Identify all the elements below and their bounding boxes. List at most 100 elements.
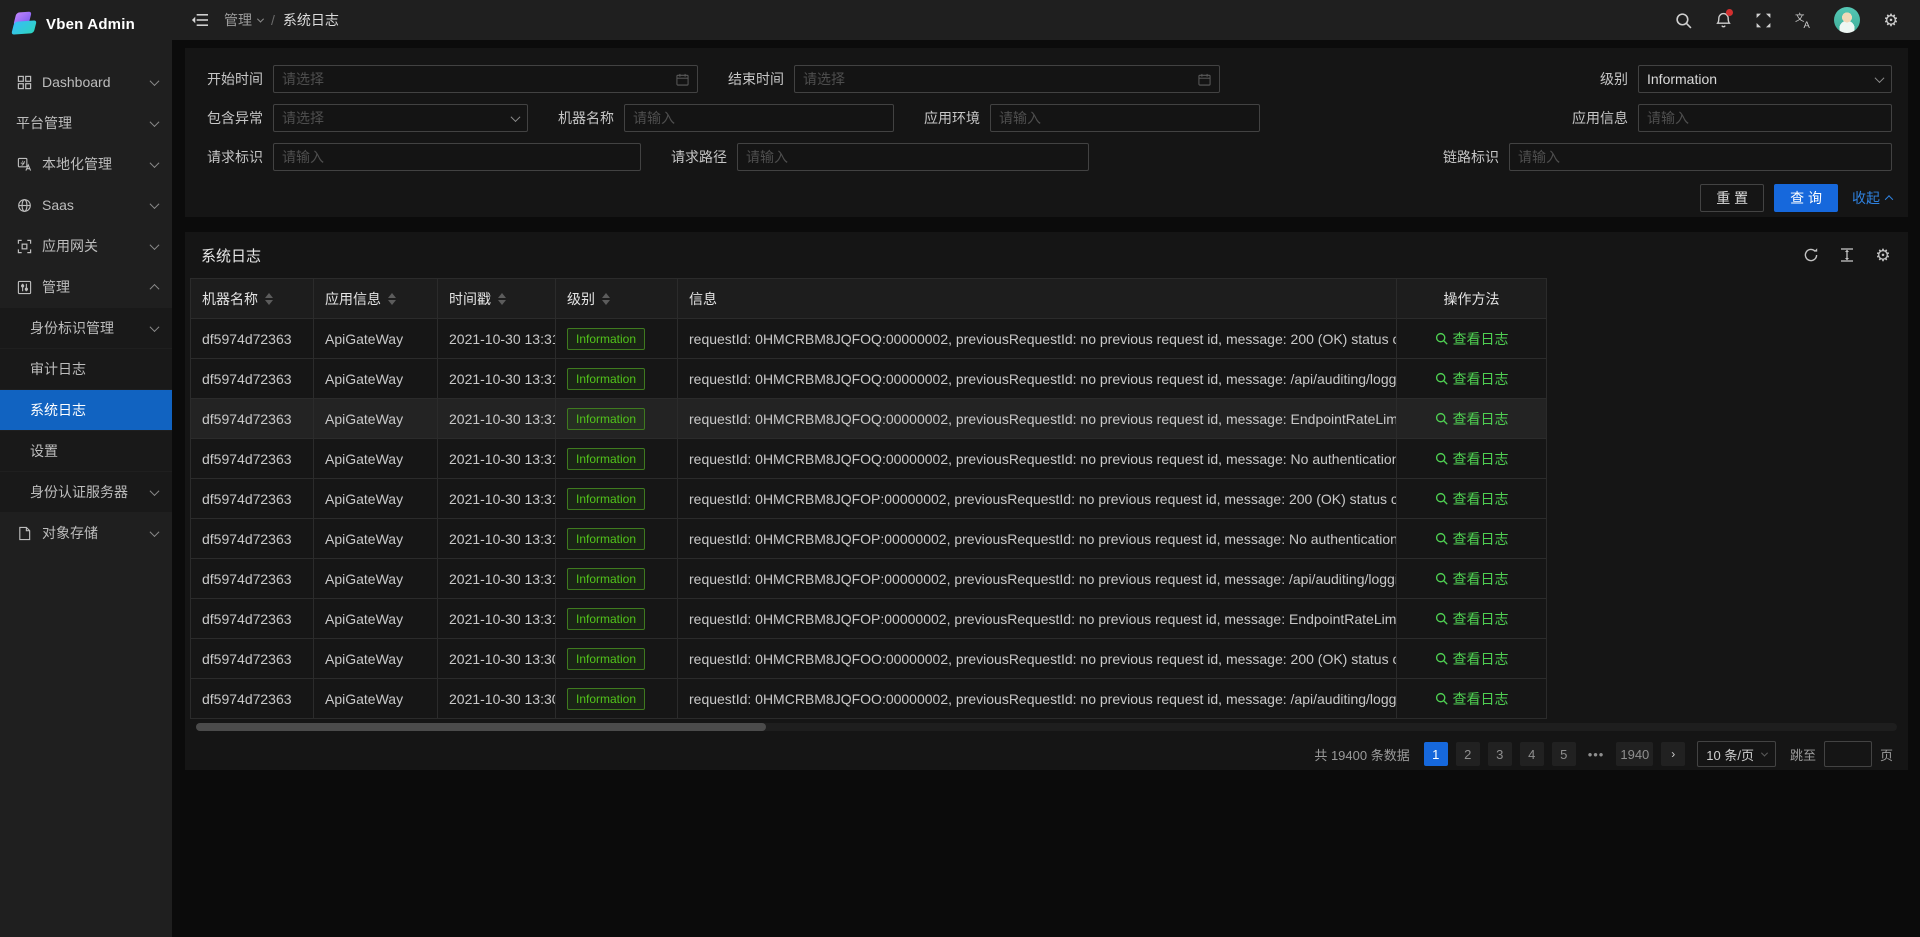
text-input[interactable] xyxy=(990,104,1260,132)
search-button[interactable]: 查 询 xyxy=(1774,184,1838,212)
table-row-7: df5974d72363ApiGateWay2021-10-30 13:31:3… xyxy=(191,599,1547,639)
select-input[interactable]: 请选择 xyxy=(273,104,528,132)
cell-message: requestId: 0HMCRBM8JQFOQ:00000002, previ… xyxy=(678,319,1397,359)
sort-carets-icon[interactable] xyxy=(498,293,506,305)
gear-icon[interactable]: ⚙ xyxy=(1874,0,1908,40)
jump-page-input[interactable] xyxy=(1824,741,1872,767)
reset-button[interactable]: 重 置 xyxy=(1700,184,1764,212)
notification-bell-icon[interactable] xyxy=(1706,0,1740,40)
view-log-link[interactable]: 查看日志 xyxy=(1435,489,1509,509)
chevron-down-icon xyxy=(150,158,160,168)
column-header-信息: 信息 xyxy=(678,279,1397,319)
date-picker-input[interactable]: 请选择 xyxy=(273,65,698,93)
column-header-级别[interactable]: 级别 xyxy=(556,279,678,319)
refresh-icon[interactable] xyxy=(1802,246,1820,264)
filter-fields: 开始时间请选择结束时间请选择级别Information包含异常请选择机器名称应用… xyxy=(201,65,1892,171)
column-header-应用信息[interactable]: 应用信息 xyxy=(314,279,438,319)
input-field[interactable] xyxy=(746,149,1080,165)
text-input[interactable] xyxy=(1638,104,1892,132)
user-avatar[interactable] xyxy=(1834,7,1860,33)
view-log-link[interactable]: 查看日志 xyxy=(1435,329,1509,349)
page-button-1940[interactable]: 1940 xyxy=(1616,742,1653,766)
cell-app-info: ApiGateWay xyxy=(314,399,438,439)
fullscreen-icon[interactable] xyxy=(1746,0,1780,40)
page-button-1[interactable]: 1 xyxy=(1424,742,1448,766)
sidebar-item-0[interactable]: Dashboard xyxy=(0,62,172,102)
sidebar-item-5[interactable]: 管理 xyxy=(0,267,172,307)
field-label: 开始时间 xyxy=(201,69,263,89)
sidebar-item-8[interactable]: 系统日志 xyxy=(0,390,172,430)
page-size-select[interactable]: 10 条/页 xyxy=(1697,741,1776,767)
view-log-link[interactable]: 查看日志 xyxy=(1435,689,1509,709)
input-field[interactable] xyxy=(633,110,885,126)
app-title: Vben Admin xyxy=(46,16,135,33)
cell-level: Information xyxy=(556,559,678,599)
sidebar-item-9[interactable]: 设置 xyxy=(0,431,172,471)
app-logo[interactable]: Vben Admin xyxy=(0,0,172,48)
view-log-link[interactable]: 查看日志 xyxy=(1435,609,1509,629)
level-badge: Information xyxy=(567,608,645,630)
table-row-2: df5974d72363ApiGateWay2021-10-30 13:31:3… xyxy=(191,399,1547,439)
menu-fold-icon[interactable] xyxy=(184,5,214,35)
text-input[interactable] xyxy=(737,143,1089,171)
sidebar-item-2[interactable]: 本地化管理 xyxy=(0,144,172,184)
text-input[interactable] xyxy=(273,143,641,171)
sidebar-item-4[interactable]: 应用网关 xyxy=(0,226,172,266)
level-badge: Information xyxy=(567,488,645,510)
filter-row-0: 开始时间请选择结束时间请选择级别Information xyxy=(201,65,1892,93)
page-button-2[interactable]: 2 xyxy=(1456,742,1480,766)
next-page-button[interactable]: › xyxy=(1661,742,1685,766)
breadcrumb-parent[interactable]: 管理 xyxy=(224,10,263,30)
cell-message: requestId: 0HMCRBM8JQFOO:00000002, previ… xyxy=(678,679,1397,719)
horizontal-scrollbar[interactable] xyxy=(196,723,1897,731)
sidebar-item-6[interactable]: 身份标识管理 xyxy=(0,308,172,348)
sidebar-item-1[interactable]: 平台管理 xyxy=(0,103,172,143)
search-icon[interactable] xyxy=(1666,0,1700,40)
view-log-link[interactable]: 查看日志 xyxy=(1435,449,1509,469)
input-field[interactable] xyxy=(282,149,632,165)
date-picker-input[interactable]: 请选择 xyxy=(794,65,1220,93)
sidebar-item-10[interactable]: 身份认证服务器 xyxy=(0,472,172,512)
input-field[interactable] xyxy=(1647,110,1883,126)
sort-carets-icon[interactable] xyxy=(602,293,610,305)
view-log-link[interactable]: 查看日志 xyxy=(1435,649,1509,669)
filter-field: 请求标识 xyxy=(201,143,641,171)
breadcrumb-separator: / xyxy=(271,12,275,28)
calendar-icon xyxy=(1198,73,1211,86)
view-log-link[interactable]: 查看日志 xyxy=(1435,529,1509,549)
pagination: 共 19400 条数据 12345•••1940› 10 条/页 跳至 页 xyxy=(190,741,1893,767)
sidebar-item-3[interactable]: Saas xyxy=(0,185,172,225)
field-label: 结束时间 xyxy=(722,69,784,89)
sidebar-item-11[interactable]: 对象存储 xyxy=(0,513,172,553)
sidebar-item-7[interactable]: 审计日志 xyxy=(0,349,172,389)
view-log-link[interactable]: 查看日志 xyxy=(1435,369,1509,389)
scrollbar-thumb[interactable] xyxy=(196,723,766,731)
field-label: 请求路径 xyxy=(665,147,727,167)
text-input[interactable] xyxy=(624,104,894,132)
cell-actions: 查看日志 xyxy=(1397,639,1547,679)
sort-carets-icon[interactable] xyxy=(265,293,273,305)
select-input[interactable]: Information xyxy=(1638,65,1892,93)
view-log-link[interactable]: 查看日志 xyxy=(1435,409,1509,429)
cell-app-info: ApiGateWay xyxy=(314,439,438,479)
column-header-机器名称[interactable]: 机器名称 xyxy=(191,279,314,319)
input-field[interactable] xyxy=(1518,149,1883,165)
collapse-link[interactable]: 收起 xyxy=(1852,188,1892,208)
text-input[interactable] xyxy=(1509,143,1892,171)
column-height-icon[interactable] xyxy=(1838,246,1856,264)
cell-machine-name: df5974d72363 xyxy=(191,319,314,359)
column-header-时间戳[interactable]: 时间戳 xyxy=(438,279,556,319)
translate-icon[interactable]: 文A xyxy=(1786,0,1820,40)
page-button-3[interactable]: 3 xyxy=(1488,742,1512,766)
cell-app-info: ApiGateWay xyxy=(314,479,438,519)
dashboard-icon xyxy=(16,74,32,90)
sort-carets-icon[interactable] xyxy=(388,293,396,305)
page-button-4[interactable]: 4 xyxy=(1520,742,1544,766)
chevron-down-icon xyxy=(512,115,519,122)
input-field[interactable] xyxy=(999,110,1251,126)
page-button-5[interactable]: 5 xyxy=(1552,742,1576,766)
view-log-link[interactable]: 查看日志 xyxy=(1435,569,1509,589)
cell-actions: 查看日志 xyxy=(1397,599,1547,639)
sidebar-item-label: 身份标识管理 xyxy=(30,318,141,338)
table-settings-icon[interactable]: ⚙ xyxy=(1874,246,1892,264)
